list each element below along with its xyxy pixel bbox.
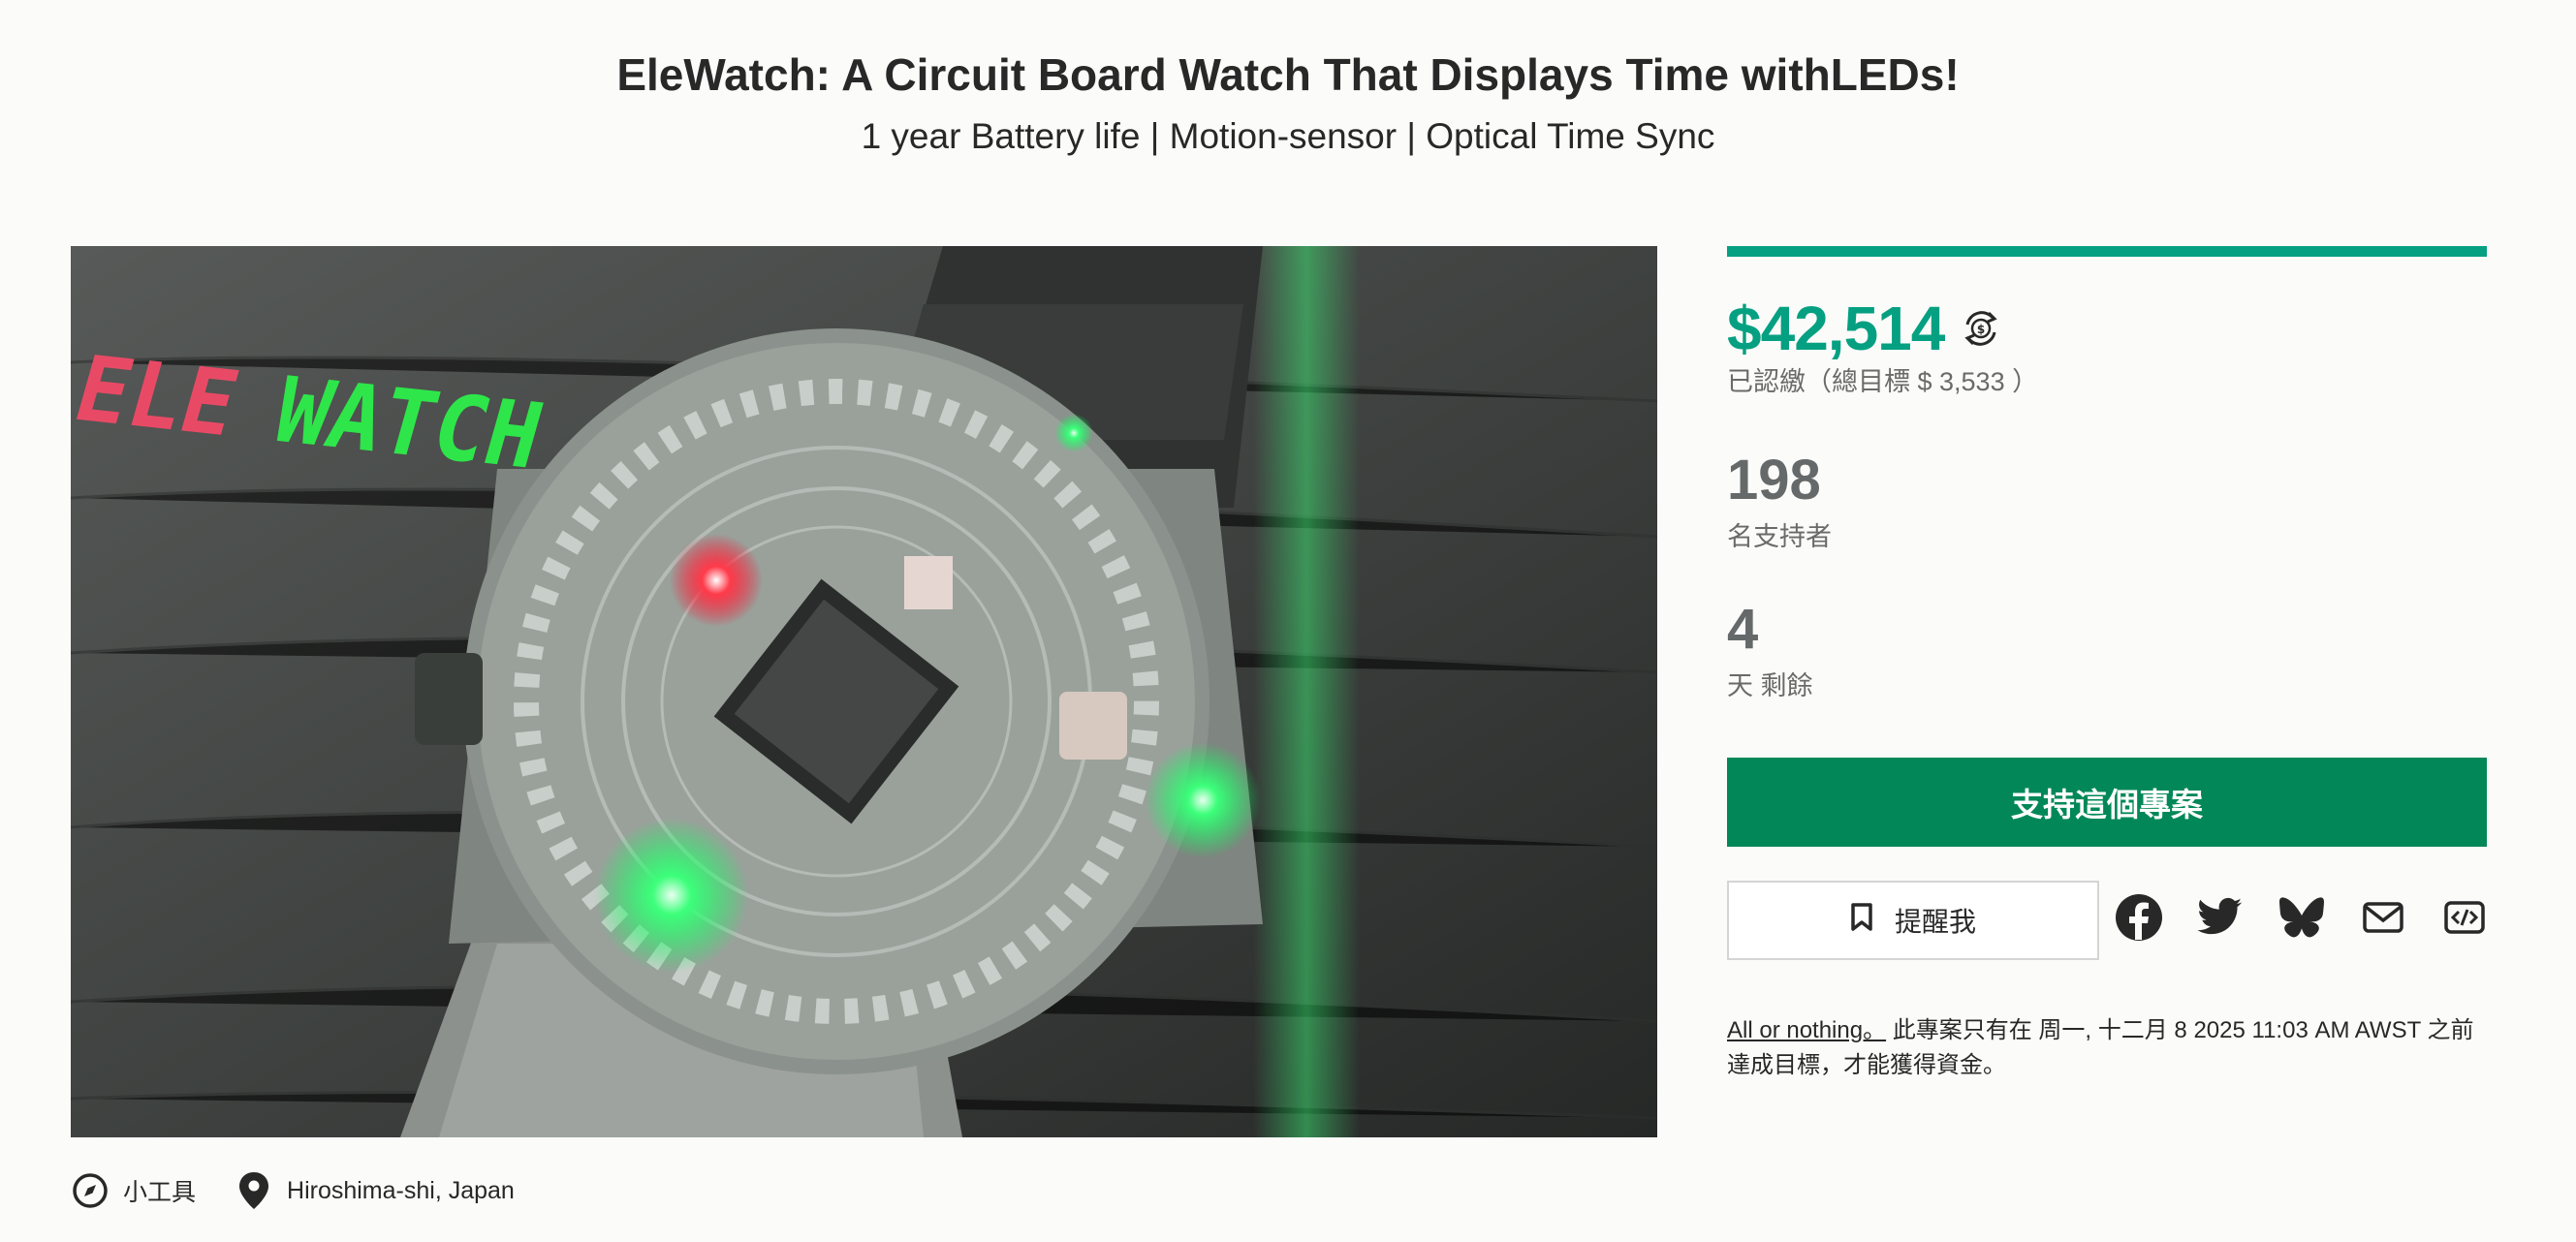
map-pin-icon: [235, 1171, 273, 1210]
category-link[interactable]: 小工具: [71, 1171, 196, 1210]
facebook-icon[interactable]: [2115, 893, 2163, 942]
backers-label: 名支持者: [1727, 522, 1832, 551]
back-project-button[interactable]: 支持這個專案: [1727, 758, 2487, 847]
project-hero-image[interactable]: ELE WATCH: [71, 246, 1657, 1137]
all-or-nothing-link[interactable]: All or nothing。: [1727, 1017, 1886, 1043]
pledged-label: 已認繳（總目標 $ 3,533 ）: [1727, 367, 2039, 396]
pledged-amount: $42,514: [1727, 294, 1945, 363]
funding-progress-bar: [1727, 246, 2487, 257]
currency-conversion-icon[interactable]: $: [1960, 307, 2002, 350]
funding-progress-fill: [1727, 246, 2487, 257]
share-buttons: [2115, 893, 2489, 942]
pledged-block: $42,514 $: [1727, 293, 2002, 364]
location-label: Hiroshima-shi, Japan: [287, 1176, 515, 1204]
remind-me-button[interactable]: 提醒我: [1727, 881, 2099, 960]
embed-icon[interactable]: [2440, 893, 2489, 942]
days-left-count: 4: [1727, 598, 1759, 661]
funding-model-note: All or nothing。 此專案只有在 周一, 十二月 8 2025 11…: [1727, 1013, 2487, 1083]
compass-icon: [71, 1171, 110, 1210]
email-icon[interactable]: [2359, 893, 2407, 942]
project-title: EleWatch: A Circuit Board Watch That Dis…: [616, 49, 1960, 100]
project-meta: 小工具 Hiroshima-shi, Japan: [71, 1169, 536, 1212]
location-link[interactable]: Hiroshima-shi, Japan: [235, 1171, 515, 1210]
bookmark-icon: [1850, 902, 1873, 939]
backers-count: 198: [1727, 449, 1821, 512]
twitter-icon[interactable]: [2196, 893, 2245, 942]
bluesky-icon[interactable]: [2278, 893, 2326, 942]
hero-logo-ele: ELE: [71, 336, 250, 456]
project-subtitle: 1 year Battery life | Motion-sensor | Op…: [861, 116, 1715, 156]
days-left-label: 天 剩餘: [1727, 671, 1813, 700]
category-label: 小工具: [123, 1179, 197, 1206]
remind-me-label: 提醒我: [1894, 907, 1976, 937]
svg-text:$: $: [1977, 323, 1985, 336]
